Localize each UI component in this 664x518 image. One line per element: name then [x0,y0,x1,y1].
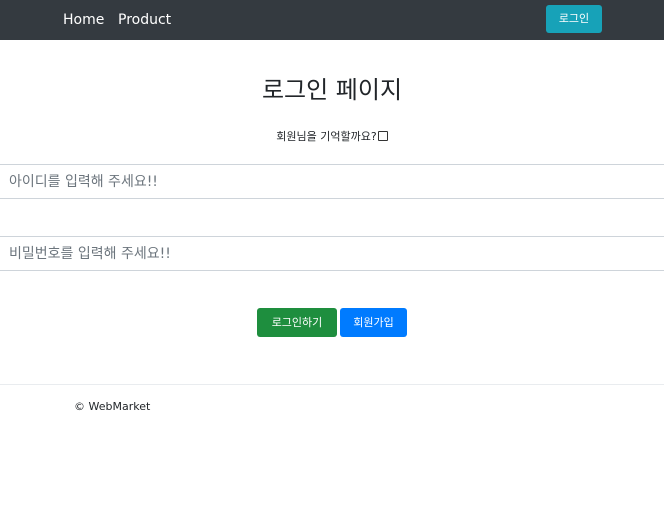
footer-copyright: © WebMarket [74,400,151,413]
page-title: 로그인 페이지 [261,76,403,104]
navbar: Home Product 로그인 [0,0,664,40]
join-button[interactable]: 회원가입 [340,308,407,337]
id-input-placeholder: 아이디를 입력해 주세요!! [9,174,158,190]
nav-login-button[interactable]: 로그인 [546,5,602,33]
remember-me-label: 회원님을 기억할까요? [276,130,377,143]
login-submit-button[interactable]: 로그인하기 [257,308,337,337]
id-input[interactable]: 아이디를 입력해 주세요!! [0,164,664,199]
remember-me-checkbox[interactable] [377,131,388,141]
nav-home-link[interactable]: Home [63,11,104,29]
password-input[interactable]: 비밀번호를 입력해 주세요!! [0,236,664,271]
remember-me-row: 회원님을 기억할까요? [0,129,664,145]
nav-product-link[interactable]: Product [118,11,171,29]
password-input-placeholder: 비밀번호를 입력해 주세요!! [9,246,171,262]
footer-divider [0,384,664,385]
